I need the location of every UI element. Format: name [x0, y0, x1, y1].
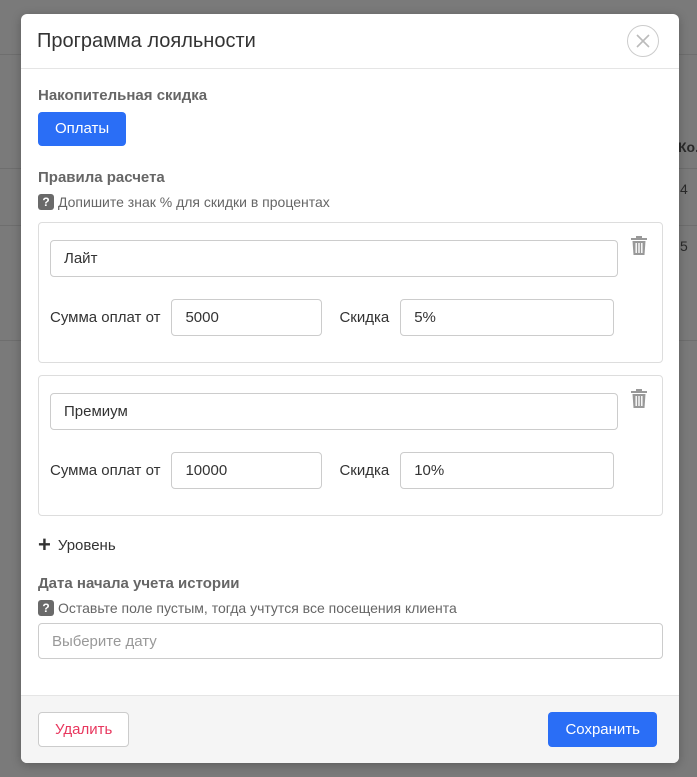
rules-hint-text: Допишите знак % для скидки в процентах [58, 194, 330, 210]
history-hint-text: Оставьте поле пустым, тогда учтутся все … [58, 600, 457, 616]
level-card: Премиум Сумма оплат от 10000 Скидка 10% [38, 375, 663, 516]
delete-button[interactable]: Удалить [38, 712, 130, 747]
history-hint: ? Оставьте поле пустым, тогда учтутся вс… [38, 600, 663, 616]
modal-title: Программа лояльности [37, 29, 256, 52]
trash-icon[interactable] [630, 236, 648, 256]
date-picker-input[interactable]: Выберите дату [38, 623, 663, 659]
payments-button[interactable]: Оплаты [38, 112, 127, 146]
bg-cell: 5 [680, 238, 688, 254]
add-level-button[interactable]: + Уровень [38, 534, 663, 556]
help-icon: ? [38, 194, 54, 210]
trash-icon[interactable] [630, 389, 648, 409]
close-button[interactable] [627, 25, 659, 57]
calculation-rules-label: Правила расчета [38, 169, 165, 186]
accumulative-discount-label: Накопительная скидка [38, 87, 208, 104]
level-name-input[interactable]: Премиум [50, 393, 618, 430]
level-conditions: Сумма оплат от 5000 Скидка 5% [50, 299, 618, 336]
modal-body: Накопительная скидка Оплаты Правила расч… [21, 69, 679, 659]
bg-cell: 4 [680, 181, 688, 197]
bg-column-header: Ко. [678, 139, 697, 155]
discount-input[interactable]: 5% [400, 299, 615, 336]
save-button[interactable]: Сохранить [548, 712, 657, 747]
history-start-label: Дата начала учета истории [38, 575, 240, 592]
level-card: Лайт Сумма оплат от 5000 Скидка 5% [38, 222, 663, 363]
modal-header: Программа лояльности [21, 14, 679, 69]
discount-label: Скидка [339, 462, 390, 479]
modal-footer: Удалить Сохранить [21, 695, 679, 763]
add-level-label: Уровень [57, 536, 116, 554]
sum-input[interactable]: 5000 [171, 299, 323, 336]
close-icon [636, 34, 650, 48]
help-icon: ? [38, 600, 54, 616]
level-conditions: Сумма оплат от 10000 Скидка 10% [50, 452, 618, 489]
discount-input[interactable]: 10% [400, 452, 615, 489]
sum-label: Сумма оплат от [50, 309, 161, 326]
sum-input[interactable]: 10000 [171, 452, 323, 489]
level-name-input[interactable]: Лайт [50, 240, 618, 277]
sum-label: Сумма оплат от [50, 462, 161, 479]
discount-label: Скидка [339, 309, 390, 326]
plus-icon: + [38, 532, 51, 557]
rules-hint: ? Допишите знак % для скидки в процентах [38, 194, 663, 210]
loyalty-program-modal: Программа лояльности Накопительная скидк… [21, 14, 679, 763]
date-placeholder: Выберите дату [52, 632, 157, 650]
